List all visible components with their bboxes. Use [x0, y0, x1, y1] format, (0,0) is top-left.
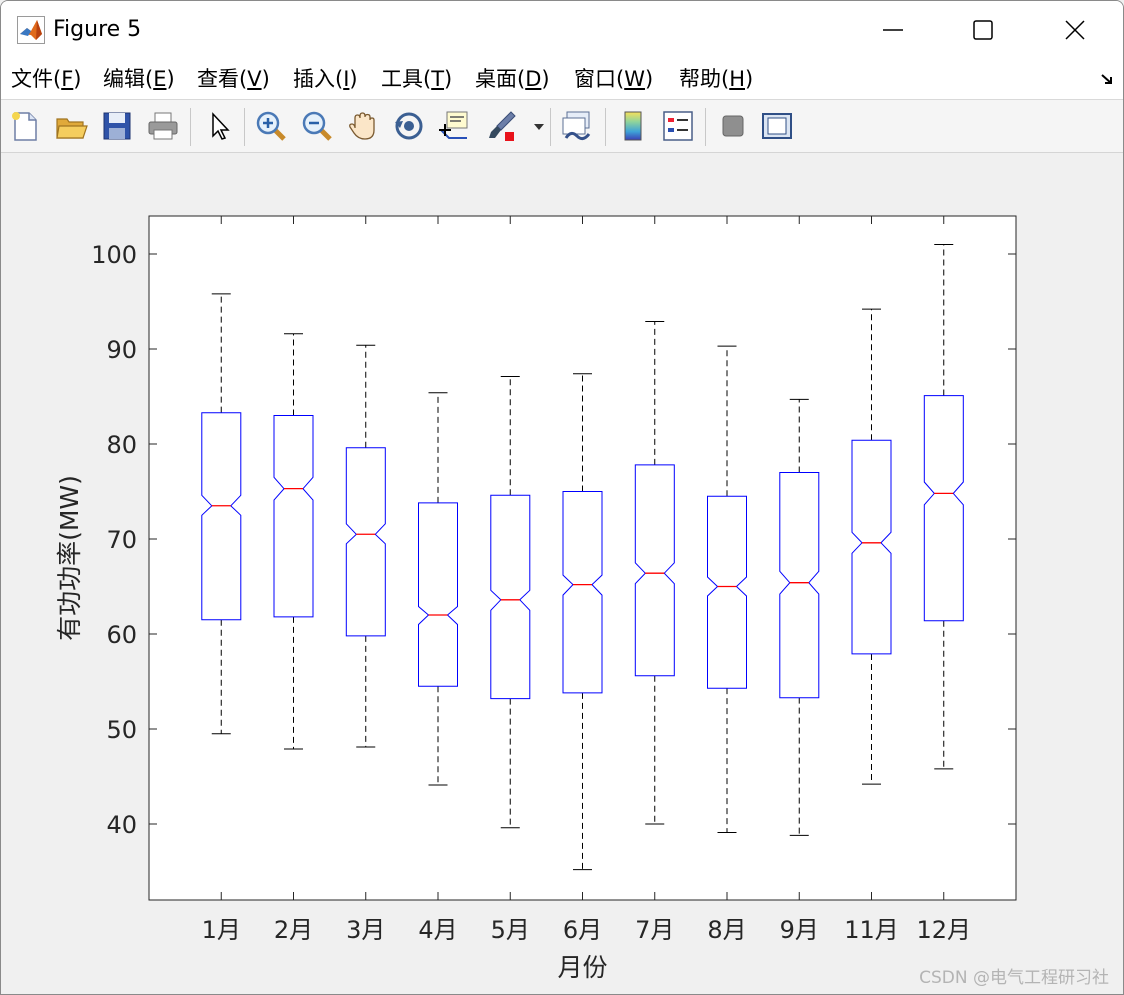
- menu-desktop[interactable]: 桌面(D): [475, 65, 550, 93]
- menu-label-suffix: ): [349, 67, 358, 91]
- menu-label: 插入(: [293, 67, 344, 91]
- zoom-out-icon[interactable]: [299, 108, 335, 144]
- y-tick-label: 80: [106, 431, 137, 459]
- x-tick-label: 6月: [563, 916, 602, 944]
- watermark: CSDN @电气工程研习社: [919, 968, 1109, 988]
- menu-label-suffix: ): [73, 67, 82, 91]
- x-tick-label: 3月: [346, 916, 385, 944]
- dock-arrow-icon[interactable]: [1099, 71, 1115, 87]
- matlab-logo-icon: [17, 16, 45, 44]
- x-tick-label: 4月: [418, 916, 457, 944]
- y-tick-label: 60: [106, 621, 137, 649]
- colorbar-icon[interactable]: [615, 108, 651, 144]
- brush-icon[interactable]: [485, 108, 521, 144]
- menu-label: 工具(: [381, 67, 432, 91]
- menu-view[interactable]: 查看(V): [197, 65, 270, 93]
- menu-accelerator-key: H: [729, 67, 745, 91]
- menu-label: 帮助(: [679, 67, 730, 91]
- toolbar-separator: [190, 108, 191, 146]
- x-tick-label: 7月: [635, 916, 674, 944]
- x-tick-label: 9月: [780, 916, 819, 944]
- figure-toolbar: [1, 100, 1123, 153]
- minimize-icon: [883, 29, 903, 31]
- show-plot-tools-icon[interactable]: [759, 108, 795, 144]
- menu-accelerator-key: V: [247, 67, 262, 91]
- menu-label-suffix: ): [261, 67, 270, 91]
- maximize-button[interactable]: [937, 1, 1029, 59]
- menu-label-suffix: ): [745, 67, 754, 91]
- figure-canvas: 1月 2月 3月 4月 5月 6月 7月 8月 9月 11月 12月 40 50 60 70 80 90 100 …: [1, 153, 1123, 994]
- toolbar-separator: [550, 108, 551, 146]
- menu-label-suffix: ): [444, 67, 453, 91]
- open-file-icon[interactable]: [53, 108, 89, 144]
- menu-accelerator-key: F: [61, 67, 74, 91]
- menu-label: 查看(: [197, 67, 248, 91]
- menu-label: 桌面(: [475, 67, 526, 91]
- x-tick-label: 8月: [707, 916, 746, 944]
- link-plot-icon[interactable]: [559, 108, 595, 144]
- menu-label-suffix: ): [541, 67, 550, 91]
- y-tick-label: 50: [106, 716, 137, 744]
- x-tick-label: 11月: [844, 916, 899, 944]
- edit-plot-arrow-icon[interactable]: [201, 108, 237, 144]
- close-icon: [1065, 20, 1085, 40]
- print-icon[interactable]: [145, 108, 181, 144]
- menu-accelerator-key: E: [153, 67, 167, 91]
- toolbar-separator: [605, 108, 606, 146]
- x-tick-label: 5月: [491, 916, 530, 944]
- menu-insert[interactable]: 插入(I): [293, 65, 358, 93]
- toolbar-separator: [705, 108, 706, 146]
- menu-label-suffix: ): [644, 67, 654, 91]
- legend-icon[interactable]: [660, 108, 696, 144]
- y-tick-label: 70: [106, 526, 137, 554]
- menu-label: 文件(: [11, 67, 62, 91]
- title-bar[interactable]: Figure 5: [1, 1, 1123, 59]
- menu-accelerator-key: W: [624, 67, 645, 91]
- menu-window[interactable]: 窗口(W): [574, 65, 653, 93]
- menu-accelerator-key: T: [431, 67, 445, 91]
- close-button[interactable]: [1029, 1, 1121, 59]
- x-axis-label: 月份: [557, 953, 607, 982]
- menu-label: 编辑(: [103, 67, 154, 91]
- y-axis-label: 有功功率(MW): [55, 475, 84, 641]
- zoom-in-icon[interactable]: [253, 108, 289, 144]
- menu-label: 窗口(: [574, 67, 625, 91]
- menu-accelerator-key: D: [525, 67, 542, 91]
- menu-file[interactable]: 文件(F): [11, 65, 82, 93]
- maximize-icon: [973, 20, 993, 40]
- rotate-3d-icon[interactable]: [391, 108, 427, 144]
- x-tick-label: 12月: [916, 916, 971, 944]
- y-tick-label: 40: [106, 811, 137, 839]
- x-tick-label: 2月: [274, 916, 313, 944]
- menu-edit[interactable]: 编辑(E): [103, 65, 175, 93]
- minimize-button[interactable]: [847, 1, 939, 59]
- brush-dropdown-icon[interactable]: [531, 108, 547, 144]
- toolbar-separator: [244, 108, 245, 146]
- menu-tools[interactable]: 工具(T): [381, 65, 452, 93]
- y-tick-label: 90: [106, 336, 137, 364]
- menu-help[interactable]: 帮助(H): [679, 65, 753, 93]
- window-title: Figure 5: [53, 17, 142, 42]
- new-figure-icon[interactable]: [7, 108, 43, 144]
- boxplot-chart: 1月 2月 3月 4月 5月 6月 7月 8月 9月 11月 12月405060708090100 …: [55, 215, 1017, 982]
- pan-hand-icon[interactable]: [345, 108, 381, 144]
- figure-window: Figure 5 文件(F) 编辑(E) 查看(V) 插入(I) 工具(T) 桌面(D) 窗…: [0, 0, 1124, 995]
- menu-bar: 文件(F) 编辑(E) 查看(V) 插入(I) 工具(T) 桌面(D) 窗口(W) 帮助(H): [1, 59, 1123, 100]
- x-tick-label: 1月: [202, 916, 241, 944]
- save-icon[interactable]: [99, 108, 135, 144]
- hide-plot-tools-icon[interactable]: [715, 108, 751, 144]
- data-cursor-icon[interactable]: [437, 108, 473, 144]
- y-tick-label: 100: [91, 241, 137, 269]
- menu-label-suffix: ): [166, 67, 175, 91]
